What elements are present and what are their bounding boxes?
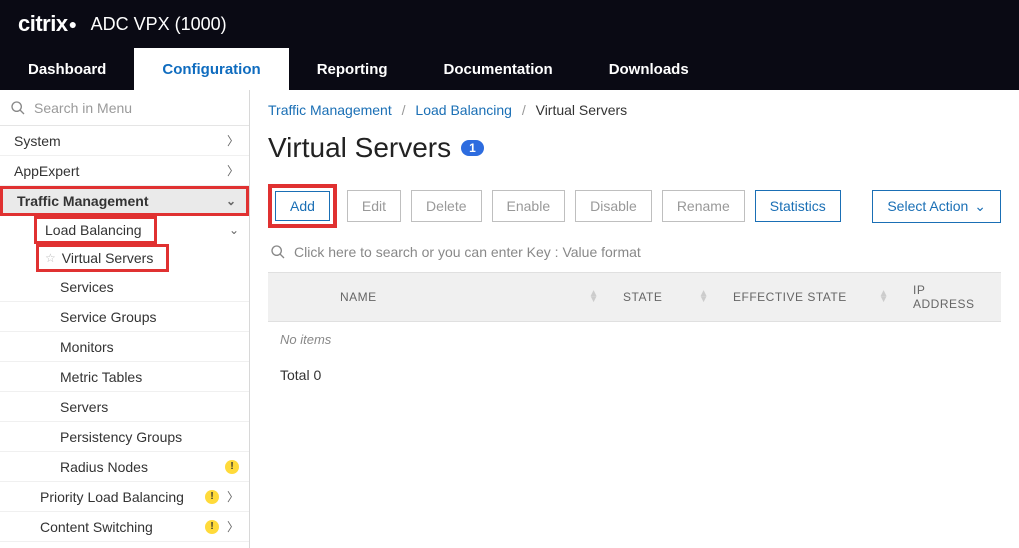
count-badge: 1 <box>461 140 484 156</box>
crumb-current: Virtual Servers <box>536 102 628 118</box>
add-highlight: Add <box>268 184 337 228</box>
sort-icon: ▲▼ <box>699 291 709 303</box>
sidebar-item-metric-tables[interactable]: Metric Tables <box>0 362 249 392</box>
chevron-right-icon: 〉 <box>227 518 239 535</box>
sort-icon: ▲▼ <box>879 291 889 303</box>
toolbar: Add Edit Delete Enable Disable Rename St… <box>268 184 1001 228</box>
sidebar-item-system[interactable]: System 〉 <box>0 126 249 156</box>
col-effective-state[interactable]: EFFECTIVE STATE▲▼ <box>721 273 901 321</box>
search-icon <box>10 100 26 116</box>
sidebar-item-monitors[interactable]: Monitors <box>0 332 249 362</box>
sidebar-item-services[interactable]: Services <box>0 272 249 302</box>
col-state[interactable]: STATE▲▼ <box>611 273 721 321</box>
tab-dashboard[interactable]: Dashboard <box>0 48 134 90</box>
brand-logo: citrix● <box>18 11 77 37</box>
statistics-button[interactable]: Statistics <box>755 190 841 222</box>
crumb-traffic-management[interactable]: Traffic Management <box>268 102 392 118</box>
menu-search[interactable]: Search in Menu <box>0 90 249 126</box>
page-title-row: Virtual Servers 1 <box>268 132 1001 164</box>
chevron-right-icon: 〉 <box>227 162 239 179</box>
chevron-down-icon: ⌄ <box>974 198 986 215</box>
col-name[interactable]: NAME▲▼ <box>328 273 611 321</box>
warning-icon: ! <box>205 490 219 504</box>
crumb-load-balancing[interactable]: Load Balancing <box>415 102 512 118</box>
page-title: Virtual Servers <box>268 132 451 164</box>
table-empty: No items <box>268 322 1001 357</box>
chevron-down-icon: ⌄ <box>226 194 236 208</box>
app-header: citrix● ADC VPX (1000) <box>0 0 1019 48</box>
chevron-right-icon: 〉 <box>227 488 239 505</box>
rename-button[interactable]: Rename <box>662 190 745 222</box>
delete-button[interactable]: Delete <box>411 190 481 222</box>
sidebar-item-servers[interactable]: Servers <box>0 392 249 422</box>
warning-icon: ! <box>205 520 219 534</box>
sidebar-item-radius-nodes[interactable]: Radius Nodes ! <box>0 452 249 482</box>
edit-button[interactable]: Edit <box>347 190 401 222</box>
main-nav: Dashboard Configuration Reporting Docume… <box>0 48 1019 90</box>
main-content: Traffic Management / Load Balancing / Vi… <box>250 90 1019 548</box>
search-icon <box>270 244 286 260</box>
tab-configuration[interactable]: Configuration <box>134 48 288 90</box>
tab-downloads[interactable]: Downloads <box>581 48 717 90</box>
table-header: NAME▲▼ STATE▲▼ EFFECTIVE STATE▲▼ IP ADDR… <box>268 272 1001 322</box>
breadcrumb: Traffic Management / Load Balancing / Vi… <box>268 102 1001 118</box>
sidebar-item-persistency-groups[interactable]: Persistency Groups <box>0 422 249 452</box>
add-button[interactable]: Add <box>275 191 330 221</box>
sidebar: Search in Menu System 〉 AppExpert 〉 Traf… <box>0 90 250 548</box>
sidebar-item-content-switching[interactable]: Content Switching ! 〉 <box>0 512 249 542</box>
grid-search[interactable]: Click here to search or you can enter Ke… <box>268 240 1001 264</box>
sidebar-item-priority-lb[interactable]: Priority Load Balancing ! 〉 <box>0 482 249 512</box>
grid-search-hint: Click here to search or you can enter Ke… <box>294 244 641 260</box>
col-ip-address[interactable]: IP ADDRESS <box>901 273 1001 321</box>
menu-search-placeholder: Search in Menu <box>34 100 132 116</box>
table-total: Total 0 <box>268 357 1001 393</box>
sidebar-item-virtual-servers-wrap[interactable]: ☆ Virtual Servers <box>0 244 249 272</box>
product-name: ADC VPX (1000) <box>91 14 227 35</box>
disable-button[interactable]: Disable <box>575 190 652 222</box>
sort-icon: ▲▼ <box>589 291 599 303</box>
sidebar-item-appexpert[interactable]: AppExpert 〉 <box>0 156 249 186</box>
warning-icon: ! <box>225 460 239 474</box>
chevron-down-icon: ⌄ <box>229 223 239 237</box>
sidebar-item-traffic-management[interactable]: Traffic Management ⌄ <box>0 186 249 216</box>
col-checkbox[interactable] <box>268 273 328 321</box>
sidebar-item-service-groups[interactable]: Service Groups <box>0 302 249 332</box>
sidebar-item-load-balancing-wrap[interactable]: Load Balancing ⌄ <box>0 216 249 244</box>
star-icon: ☆ <box>45 251 56 265</box>
select-action-dropdown[interactable]: Select Action ⌄ <box>872 190 1001 223</box>
tab-documentation[interactable]: Documentation <box>416 48 581 90</box>
tab-reporting[interactable]: Reporting <box>289 48 416 90</box>
chevron-right-icon: 〉 <box>227 132 239 149</box>
enable-button[interactable]: Enable <box>492 190 566 222</box>
